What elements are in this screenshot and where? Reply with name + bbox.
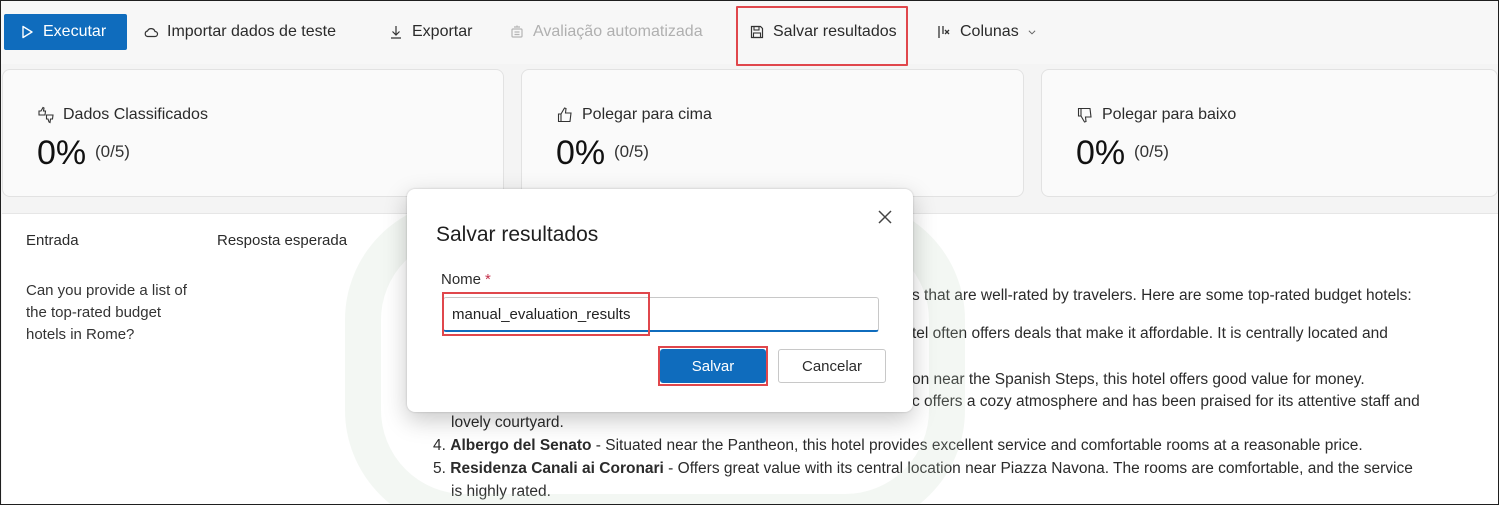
card-label: Polegar para baixo xyxy=(1076,106,1236,124)
run-button[interactable]: Executar xyxy=(4,14,127,50)
card-label: Dados Classificados xyxy=(37,106,208,124)
dialog-title: Salvar resultados xyxy=(436,223,599,246)
columns-label: Colunas xyxy=(960,23,1019,40)
column-header-expected[interactable]: Resposta esperada xyxy=(217,232,347,249)
thumbs-down-card: Polegar para baixo 0% (0/5) xyxy=(1041,69,1498,197)
card-percent: 0% xyxy=(556,134,606,172)
card-percent: 0% xyxy=(1076,134,1126,172)
card-percent: 0% xyxy=(37,134,87,172)
column-header-input[interactable]: Entrada xyxy=(26,232,79,249)
run-label: Executar xyxy=(43,23,107,40)
response-line: c offers a cozy atmosphere and has been … xyxy=(912,393,1420,410)
download-icon xyxy=(391,26,401,39)
export-button[interactable]: Exportar xyxy=(388,14,472,50)
thumbs-up-down-icon xyxy=(38,106,54,124)
cancel-button[interactable]: Cancelar xyxy=(778,349,886,383)
card-label-text: Dados Classificados xyxy=(63,106,208,123)
card-fraction: (0/5) xyxy=(1134,142,1169,161)
chevron-down-icon xyxy=(1028,30,1036,35)
close-icon[interactable] xyxy=(875,207,895,227)
name-label-text: Nome xyxy=(441,271,482,288)
save-results-highlight xyxy=(736,6,908,66)
card-fraction: (0/5) xyxy=(614,142,649,161)
required-mark: * xyxy=(485,271,491,288)
export-label: Exportar xyxy=(412,23,473,40)
name-field-label: Nome * xyxy=(441,271,491,288)
response-line: tel often offers deals that make it affo… xyxy=(912,325,1388,342)
play-icon xyxy=(22,25,33,39)
columns-button[interactable]: Colunas xyxy=(936,14,1037,50)
name-input[interactable] xyxy=(443,297,879,332)
save-results-dialog: Salvar resultados Nome* Salvar Cancelar xyxy=(407,189,913,412)
auto-eval-label: Avaliação automatizada xyxy=(533,23,703,40)
import-test-data-button[interactable]: Importar dados de teste xyxy=(143,14,336,50)
cloud-icon xyxy=(144,28,159,38)
card-label: Polegar para cima xyxy=(556,106,712,124)
response-line: s that are well-rated by travelers. Here… xyxy=(912,287,1412,304)
response-line: on near the Spanish Steps, this hotel of… xyxy=(912,371,1365,388)
card-fraction: (0/5) xyxy=(95,142,130,161)
columns-icon xyxy=(938,26,950,38)
thumbs-down-icon xyxy=(1077,107,1092,123)
evaluate-icon xyxy=(511,25,523,38)
input-cell: Can you provide a list of the top-rated … xyxy=(26,282,187,343)
thumbs-up-card: Polegar para cima 0% (0/5) xyxy=(521,69,1024,197)
card-label-text: Polegar para cima xyxy=(582,106,712,123)
import-label: Importar dados de teste xyxy=(167,23,336,40)
thumbs-up-icon xyxy=(557,107,572,123)
card-label-text: Polegar para baixo xyxy=(1102,106,1237,123)
automated-evaluation-button[interactable]: Avaliação automatizada xyxy=(509,14,703,50)
rated-data-card: Dados Classificados 0% (0/5) xyxy=(2,69,504,197)
save-button[interactable]: Salvar xyxy=(660,349,766,383)
